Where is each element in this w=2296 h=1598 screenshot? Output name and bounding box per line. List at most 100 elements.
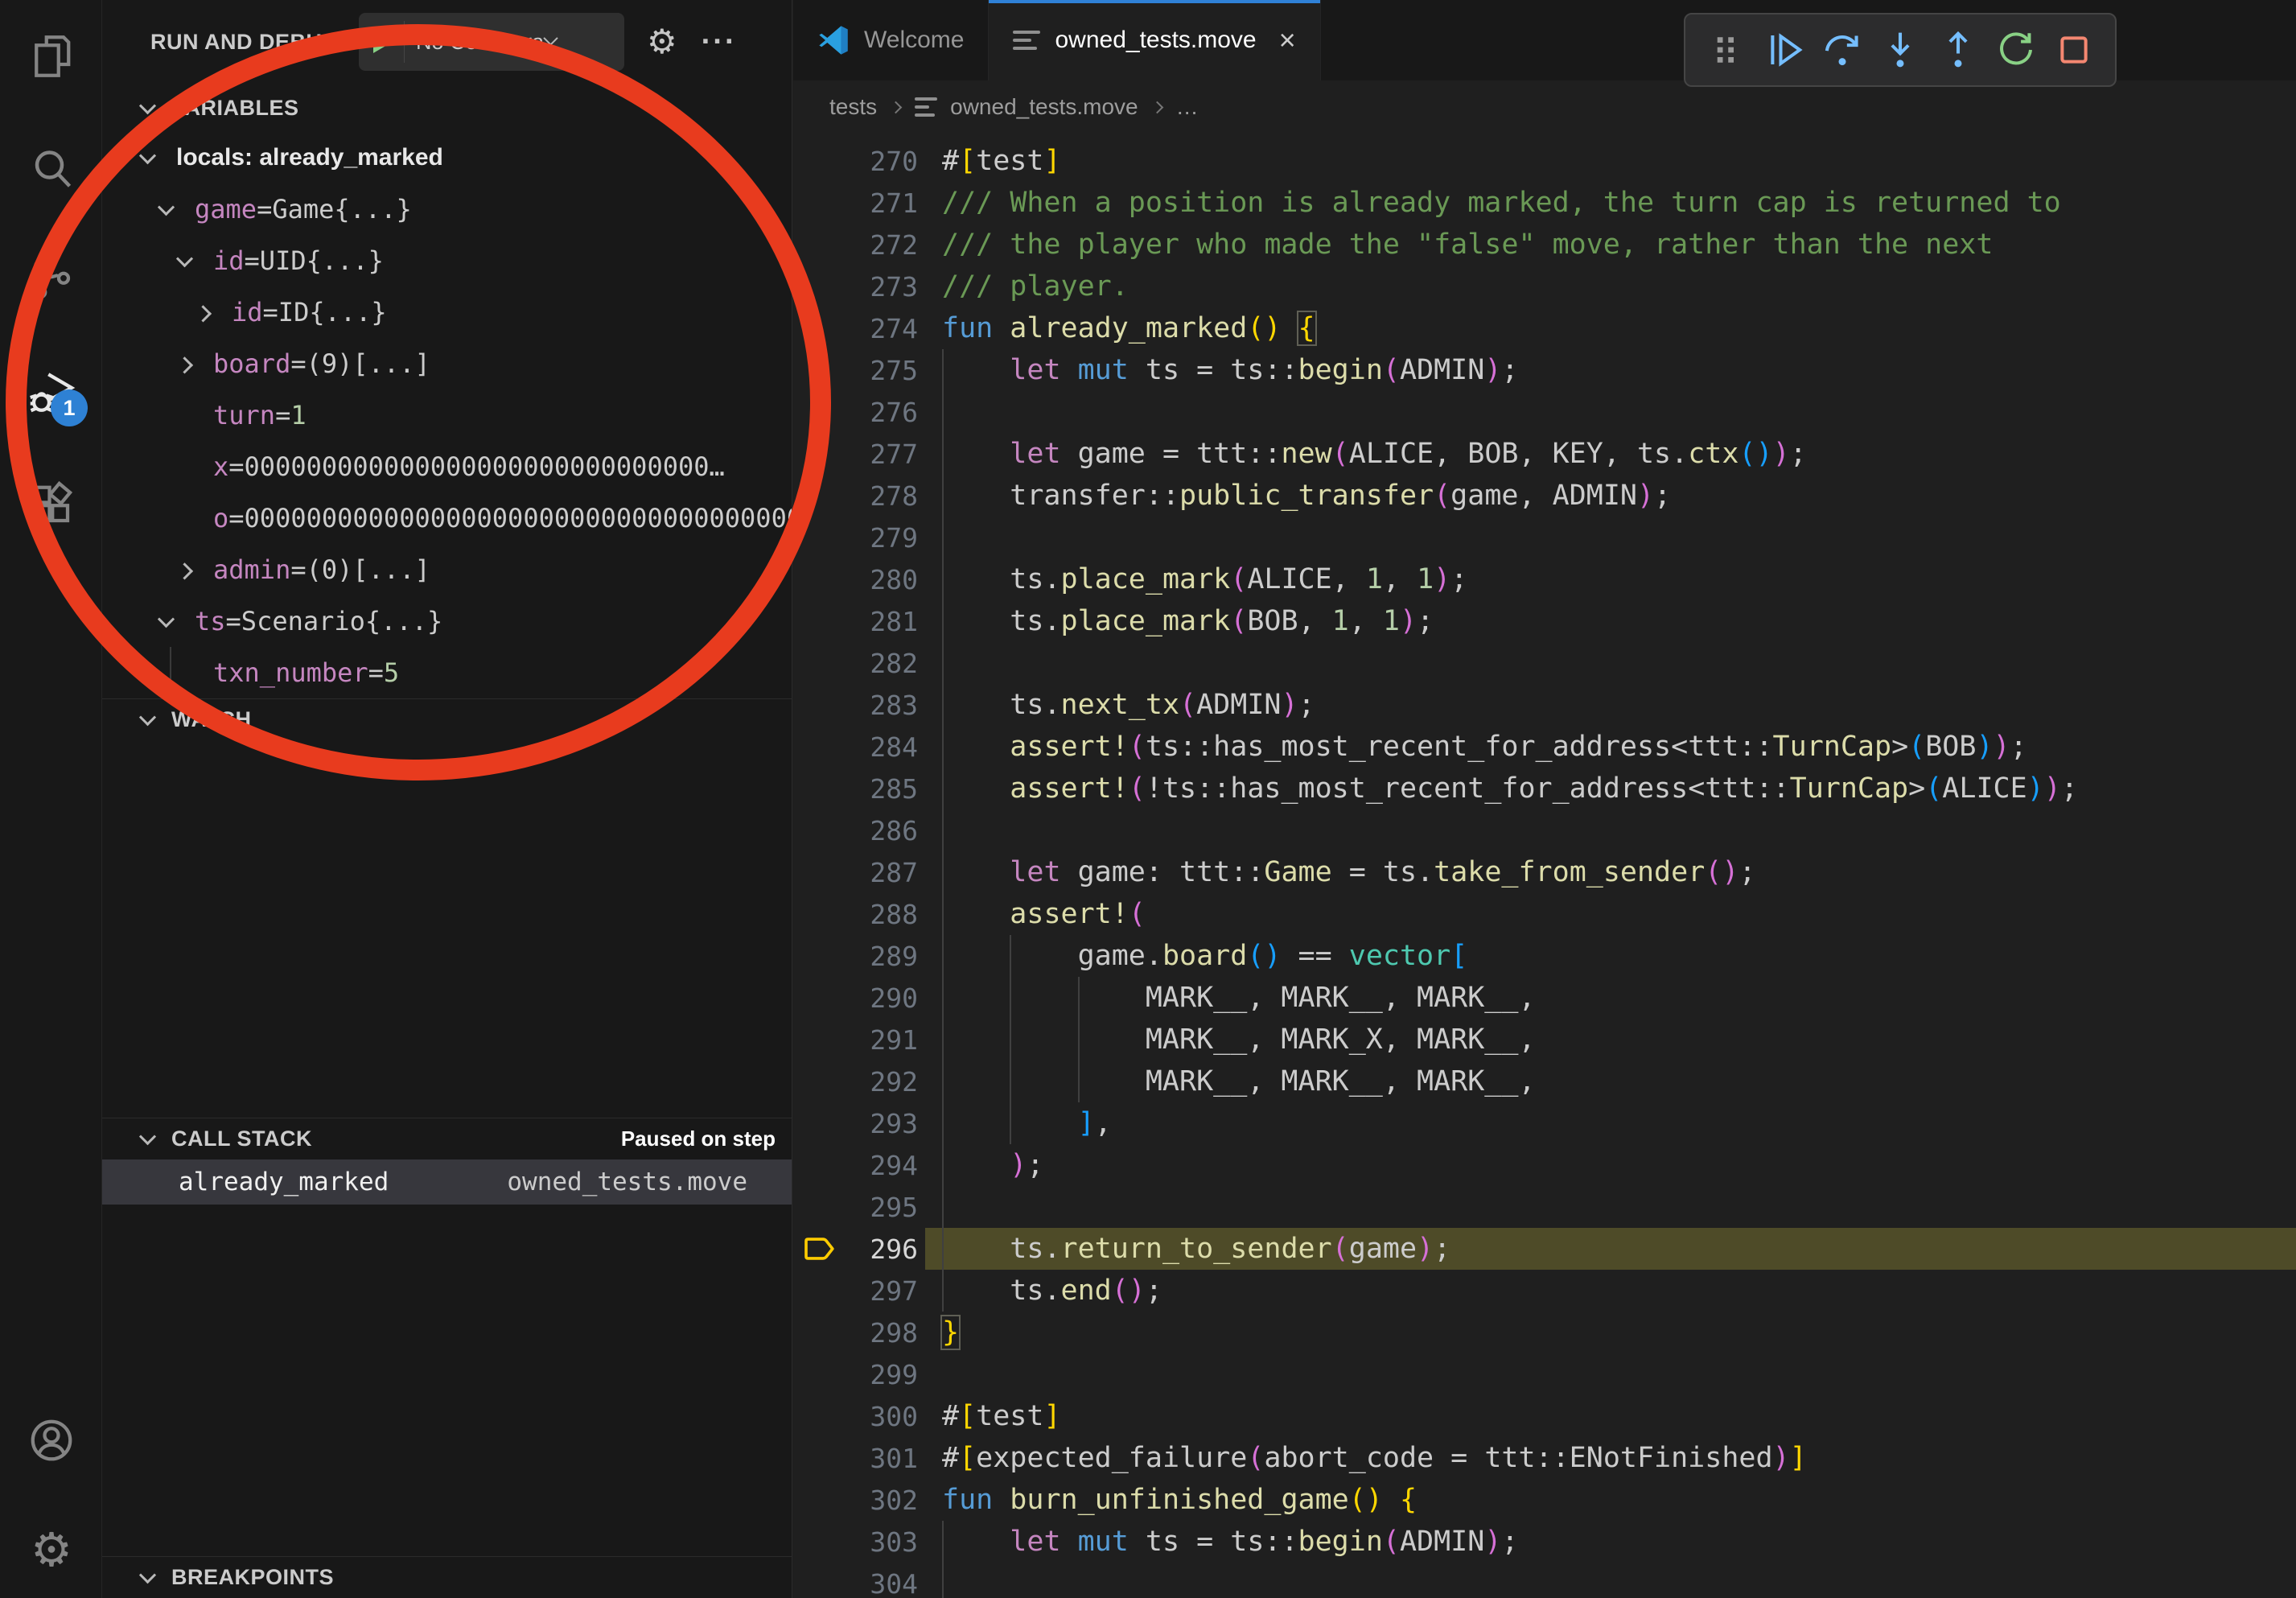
code-line-296[interactable]: 296 ts.return_to_sender(game); <box>793 1228 2296 1270</box>
source-control-icon[interactable] <box>25 253 78 306</box>
variable-row-board[interactable]: board = (9)[...] <box>102 338 792 389</box>
gutter[interactable]: 289 <box>793 935 918 977</box>
code-line-303[interactable]: 303 let mut ts = ts::begin(ADMIN); <box>793 1521 2296 1563</box>
code-line-298[interactable]: 298} <box>793 1312 2296 1353</box>
watch-section-header[interactable]: WATCH <box>102 698 792 740</box>
chevron-down-icon[interactable] <box>176 250 193 267</box>
code-line-302[interactable]: 302fun burn_unfinished_game() { <box>793 1479 2296 1521</box>
code-line-292[interactable]: 292 MARK__, MARK__, MARK__, <box>793 1061 2296 1102</box>
start-debug-icon[interactable] <box>373 31 393 53</box>
variable-row-game[interactable]: game = Game{...} <box>102 183 792 235</box>
chevron-down-icon[interactable] <box>158 611 175 628</box>
gutter[interactable]: 296 <box>793 1228 918 1270</box>
debug-settings-gear-icon[interactable]: ⚙ <box>647 25 677 59</box>
code-line-285[interactable]: 285 assert!(!ts::has_most_recent_for_add… <box>793 768 2296 809</box>
variable-row-id[interactable]: id = ID{...} <box>102 286 792 338</box>
gutter[interactable]: 295 <box>793 1186 918 1228</box>
chevron-right-icon[interactable] <box>195 305 212 322</box>
code-line-290[interactable]: 290 MARK__, MARK__, MARK__, <box>793 977 2296 1019</box>
variable-row-x[interactable]: x = 000000000000000000000000000000… <box>102 441 792 492</box>
gutter[interactable]: 287 <box>793 851 918 893</box>
gutter[interactable]: 298 <box>793 1312 918 1353</box>
code-line-276[interactable]: 276 <box>793 391 2296 433</box>
gutter[interactable]: 290 <box>793 977 918 1019</box>
variable-row-ts[interactable]: ts = Scenario{...} <box>102 595 792 647</box>
debug-config-dropdown[interactable]: No Configura <box>359 13 624 71</box>
code-line-288[interactable]: 288 assert!( <box>793 893 2296 935</box>
search-icon[interactable] <box>25 142 78 196</box>
code-line-281[interactable]: 281 ts.place_mark(BOB, 1, 1); <box>793 600 2296 642</box>
code-line-299[interactable]: 299 <box>793 1353 2296 1395</box>
gutter[interactable]: 282 <box>793 642 918 684</box>
variable-row-txn_number[interactable]: txn_number = 5 <box>102 647 792 698</box>
gutter[interactable]: 291 <box>793 1019 918 1061</box>
variable-row-id[interactable]: id = UID{...} <box>102 235 792 286</box>
gutter[interactable]: 297 <box>793 1270 918 1312</box>
code-line-277[interactable]: 277 let game = ttt::new(ALICE, BOB, KEY,… <box>793 433 2296 475</box>
gutter[interactable]: 270 <box>793 140 918 182</box>
gutter[interactable]: 286 <box>793 809 918 851</box>
extensions-icon[interactable] <box>25 478 78 531</box>
breadcrumb-item-symbol[interactable]: … <box>1176 94 1199 120</box>
code-line-273[interactable]: 273/// player. <box>793 266 2296 307</box>
run-and-debug-icon[interactable]: 1 <box>25 367 78 420</box>
gutter[interactable]: 303 <box>793 1521 918 1563</box>
gutter[interactable]: 288 <box>793 893 918 935</box>
code-line-275[interactable]: 275 let mut ts = ts::begin(ADMIN); <box>793 349 2296 391</box>
gutter[interactable]: 277 <box>793 433 918 475</box>
more-actions-icon[interactable]: ··· <box>702 25 737 60</box>
tab-welcome[interactable]: Welcome <box>793 0 989 80</box>
code-line-278[interactable]: 278 transfer::public_transfer(game, ADMI… <box>793 475 2296 517</box>
step-out-button[interactable] <box>1933 25 1983 75</box>
chevron-right-icon[interactable] <box>176 356 193 373</box>
breadcrumb-item-tests[interactable]: tests <box>829 94 877 120</box>
code-line-295[interactable]: 295 <box>793 1186 2296 1228</box>
breadcrumb-item-file[interactable]: owned_tests.move <box>950 94 1138 120</box>
gutter[interactable]: 293 <box>793 1102 918 1144</box>
gutter[interactable]: 281 <box>793 600 918 642</box>
breakpoints-section-header[interactable]: BREAKPOINTS <box>102 1556 792 1598</box>
chevron-right-icon[interactable] <box>176 562 193 579</box>
gutter[interactable]: 285 <box>793 768 918 809</box>
gutter[interactable]: 284 <box>793 726 918 768</box>
code-line-293[interactable]: 293 ], <box>793 1102 2296 1144</box>
gutter[interactable]: 280 <box>793 558 918 600</box>
gutter[interactable]: 272 <box>793 224 918 266</box>
gutter[interactable]: 294 <box>793 1144 918 1186</box>
gutter[interactable]: 300 <box>793 1395 918 1437</box>
code-line-279[interactable]: 279 <box>793 517 2296 558</box>
code-line-287[interactable]: 287 let game: ttt::Game = ts.take_from_s… <box>793 851 2296 893</box>
continue-button[interactable] <box>1759 25 1809 75</box>
gutter[interactable]: 273 <box>793 266 918 307</box>
gutter[interactable]: 275 <box>793 349 918 391</box>
code-line-289[interactable]: 289 game.board() == vector[ <box>793 935 2296 977</box>
code-line-294[interactable]: 294 ); <box>793 1144 2296 1186</box>
variable-row-admin[interactable]: admin = (0)[...] <box>102 544 792 595</box>
gutter[interactable]: 276 <box>793 391 918 433</box>
restart-button[interactable] <box>1991 25 2041 75</box>
variables-section-header[interactable]: VARIABLES <box>102 84 792 132</box>
gutter[interactable]: 299 <box>793 1353 918 1395</box>
gutter[interactable]: 279 <box>793 517 918 558</box>
code-line-291[interactable]: 291 MARK__, MARK_X, MARK__, <box>793 1019 2296 1061</box>
gutter[interactable]: 292 <box>793 1061 918 1102</box>
code-line-286[interactable]: 286 <box>793 809 2296 851</box>
code-line-300[interactable]: 300#[test] <box>793 1395 2296 1437</box>
settings-gear-icon[interactable]: ⚙ <box>25 1524 78 1577</box>
gutter[interactable]: 302 <box>793 1479 918 1521</box>
gutter[interactable]: 283 <box>793 684 918 726</box>
gutter[interactable]: 271 <box>793 182 918 224</box>
code-line-271[interactable]: 271/// When a position is already marked… <box>793 182 2296 224</box>
code-line-283[interactable]: 283 ts.next_tx(ADMIN); <box>793 684 2296 726</box>
code-line-301[interactable]: 301#[expected_failure(abort_code = ttt::… <box>793 1437 2296 1479</box>
code-line-284[interactable]: 284 assert!(ts::has_most_recent_for_addr… <box>793 726 2296 768</box>
code-line-270[interactable]: 270#[test] <box>793 140 2296 182</box>
call-stack-frame[interactable]: already_markedowned_tests.move <box>102 1159 792 1205</box>
stop-button[interactable] <box>2049 25 2099 75</box>
code-line-280[interactable]: 280 ts.place_mark(ALICE, 1, 1); <box>793 558 2296 600</box>
variable-row-o[interactable]: o = 000000000000000000000000000000000000… <box>102 492 792 544</box>
code-editor[interactable]: 270#[test]271/// When a position is alre… <box>793 134 2296 1598</box>
code-line-274[interactable]: 274fun already_marked() { <box>793 307 2296 349</box>
gutter[interactable]: 304 <box>793 1563 918 1598</box>
code-line-282[interactable]: 282 <box>793 642 2296 684</box>
